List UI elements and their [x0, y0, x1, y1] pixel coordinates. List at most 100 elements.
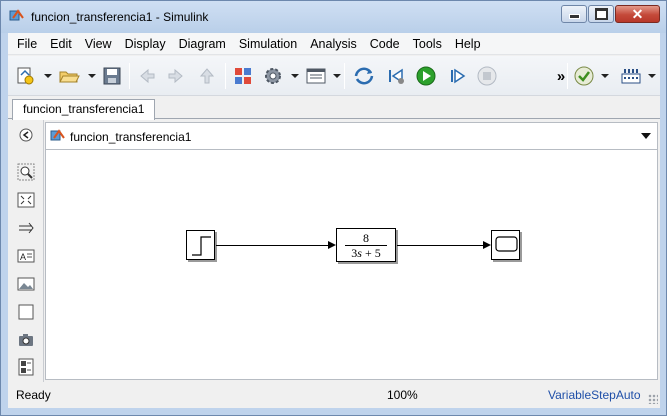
tf-denominator: 3s + 5	[337, 246, 395, 261]
menu-code[interactable]: Code	[364, 37, 407, 51]
library-browser-icon	[235, 68, 251, 84]
model-path: funcion_transferencia1	[70, 130, 192, 144]
fit-to-view-button[interactable]	[17, 191, 35, 209]
model-explorer-button[interactable]	[305, 65, 327, 87]
solver-link[interactable]: VariableStepAuto	[548, 388, 641, 402]
address-bar[interactable]: funcion_transferencia1	[45, 122, 658, 150]
update-diagram-button[interactable]	[353, 65, 375, 87]
run-button[interactable]	[415, 65, 437, 87]
image-icon	[17, 277, 35, 291]
arrow-direction-icon	[19, 222, 34, 234]
step-back-icon	[389, 68, 404, 84]
tab-strip: funcion_transferencia1	[8, 97, 660, 120]
forward-button[interactable]	[165, 65, 187, 87]
window-title: funcion_transferencia1 - Simulink	[31, 10, 209, 24]
up-icon	[199, 68, 215, 84]
model-explorer-dropdown[interactable]	[333, 74, 341, 78]
library-browser-button[interactable]	[232, 65, 254, 87]
resize-grip[interactable]	[648, 394, 658, 404]
step-forward-button[interactable]	[446, 65, 468, 87]
stop-button[interactable]	[476, 65, 498, 87]
annotation-button[interactable]: A	[17, 247, 35, 265]
forward-icon	[168, 68, 183, 84]
model-advisor-check-icon	[574, 66, 594, 86]
menu-file[interactable]: File	[8, 37, 44, 51]
open-button[interactable]	[58, 65, 80, 87]
signal-arrow-tf-input	[328, 241, 336, 249]
toolbar: »	[8, 56, 660, 96]
model-explorer-icon	[306, 68, 326, 84]
open-folder-icon	[59, 71, 80, 83]
model-config-button[interactable]	[262, 65, 284, 87]
arrow-direction-button[interactable]	[17, 219, 35, 237]
menu-bar: File Edit View Display Diagram Simulatio…	[8, 33, 660, 55]
client-area: File Edit View Display Diagram Simulatio…	[8, 33, 660, 408]
screenshot-camera-icon	[19, 334, 33, 346]
diagram-canvas[interactable]: 8 3s + 5	[45, 150, 658, 380]
collapse-back-icon	[19, 128, 33, 142]
svg-text:A: A	[20, 252, 26, 262]
build-dropdown[interactable]	[648, 74, 656, 78]
menu-analysis[interactable]: Analysis	[304, 37, 364, 51]
update-diagram-icon	[354, 67, 374, 85]
annotation-icon: A	[17, 249, 35, 263]
scope-icon	[495, 236, 518, 252]
new-model-button[interactable]	[14, 65, 36, 87]
menu-tools[interactable]: Tools	[407, 37, 449, 51]
minimize-button[interactable]	[561, 5, 587, 23]
signal-line-step-to-tf[interactable]	[216, 245, 328, 246]
new-model-icon	[17, 67, 34, 85]
simulink-window: funcion_transferencia1 - Simulink ✕ File…	[0, 0, 667, 416]
menu-simulation[interactable]: Simulation	[233, 37, 304, 51]
zoom-level: 100%	[387, 388, 418, 402]
chevron-down-icon[interactable]	[641, 133, 651, 139]
menu-view[interactable]: View	[79, 37, 119, 51]
simulink-icon	[9, 9, 24, 21]
model-config-gear-icon	[265, 68, 281, 84]
run-icon	[416, 66, 436, 86]
back-button[interactable]	[136, 65, 158, 87]
title-bar: funcion_transferencia1 - Simulink ✕	[1, 1, 666, 33]
status-text: Ready	[16, 388, 51, 402]
scope-block[interactable]	[491, 230, 520, 260]
tool-palette: A	[8, 120, 44, 382]
model-advisor-button[interactable]	[573, 65, 595, 87]
model-browser-button[interactable]	[17, 358, 35, 376]
maximize-button[interactable]	[588, 5, 614, 23]
stop-icon	[477, 66, 497, 86]
step-block[interactable]	[186, 230, 215, 260]
menu-display[interactable]: Display	[119, 37, 173, 51]
tf-numerator: 8	[363, 231, 369, 245]
menu-diagram[interactable]: Diagram	[173, 37, 233, 51]
model-config-dropdown[interactable]	[291, 74, 299, 78]
tf-den-const: 5	[374, 246, 381, 260]
new-model-dropdown[interactable]	[44, 74, 52, 78]
build-icon	[621, 69, 641, 84]
close-icon: ✕	[631, 6, 644, 22]
save-button[interactable]	[101, 65, 123, 87]
menu-help[interactable]: Help	[449, 37, 488, 51]
step-back-button[interactable]	[385, 65, 407, 87]
back-icon	[140, 68, 155, 84]
signal-arrow-scope-input	[483, 241, 491, 249]
status-bar: Ready 100% VariableStepAuto	[8, 384, 660, 406]
transfer-fcn-block[interactable]: 8 3s + 5	[336, 228, 396, 262]
area-icon	[18, 304, 34, 320]
model-browser-icon	[18, 358, 34, 376]
area-button[interactable]	[17, 303, 35, 321]
up-button[interactable]	[196, 65, 218, 87]
zoom-button[interactable]	[17, 163, 35, 181]
screenshot-button[interactable]	[17, 331, 35, 349]
model-advisor-dropdown[interactable]	[601, 74, 609, 78]
build-button[interactable]	[620, 65, 642, 87]
signal-line-tf-to-scope[interactable]	[397, 245, 483, 246]
toolbar-overflow-button[interactable]: »	[550, 65, 572, 87]
tab-model[interactable]: funcion_transferencia1	[12, 99, 156, 120]
close-button[interactable]: ✕	[615, 5, 660, 23]
menu-edit[interactable]: Edit	[44, 37, 79, 51]
open-dropdown[interactable]	[88, 74, 96, 78]
more-icon: »	[556, 67, 566, 85]
image-button[interactable]	[17, 275, 35, 293]
save-icon	[103, 67, 121, 85]
hide-browser-button[interactable]	[17, 126, 35, 144]
